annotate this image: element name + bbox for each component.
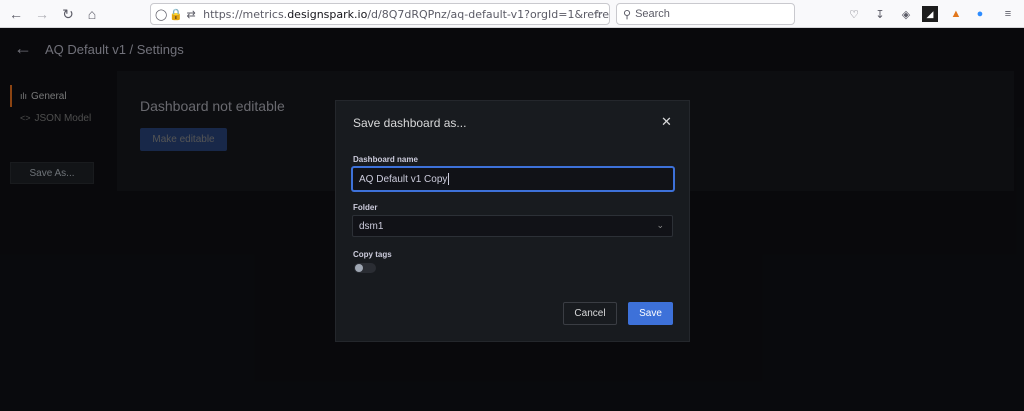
reload-icon[interactable]: ↻ <box>58 4 78 24</box>
shield-icon[interactable]: ◯ <box>155 6 167 22</box>
permissions-icon[interactable]: ⇄ <box>185 6 197 22</box>
save-dashboard-modal: Save dashboard as... ✕ Dashboard name AQ… <box>335 100 690 342</box>
dashboard-name-value: AQ Default v1 Copy <box>359 173 448 185</box>
search-placeholder: Search <box>635 8 670 20</box>
bookmark-star-icon[interactable]: ☆ <box>590 6 606 22</box>
pocket-icon[interactable]: ♡ <box>846 6 862 22</box>
save-button[interactable]: Save <box>628 302 673 325</box>
search-icon: ⚲ <box>623 8 632 21</box>
copy-tags-toggle[interactable] <box>354 263 376 273</box>
metamask-icon[interactable]: ▲ <box>948 6 964 22</box>
chevron-down-icon: ⌄ <box>656 220 664 230</box>
close-icon[interactable]: ✕ <box>661 114 672 130</box>
copy-tags-label: Copy tags <box>353 250 392 259</box>
modal-title: Save dashboard as... <box>353 116 467 130</box>
back-arrow-icon[interactable]: ← <box>6 4 26 24</box>
dashboard-name-input[interactable]: AQ Default v1 Copy <box>352 167 674 191</box>
home-icon[interactable]: ⌂ <box>82 4 102 24</box>
extension-icon[interactable]: ◈ <box>898 6 914 22</box>
address-bar[interactable]: ◯ 🔒 ⇄ https://metrics.designspark.io/d/8… <box>150 3 610 25</box>
zoom-icon[interactable]: ● <box>972 6 988 22</box>
menu-icon[interactable]: ≡ <box>1000 6 1016 22</box>
folder-select[interactable]: dsm1 ⌄ <box>352 215 673 237</box>
cancel-button[interactable]: Cancel <box>563 302 617 325</box>
lock-icon[interactable]: 🔒 <box>169 6 183 22</box>
browser-toolbar: ← → ↻ ⌂ ◯ 🔒 ⇄ https://metrics.designspar… <box>0 0 1024 28</box>
url-domain: designspark.io <box>287 7 368 21</box>
url-prefix: https://metrics. <box>203 7 288 21</box>
folder-value: dsm1 <box>359 220 384 232</box>
extension-dark-icon[interactable]: ◢ <box>922 6 938 22</box>
url-path: /d/8Q7dRQPnz/aq-default-v1?orgId=1&refre <box>367 7 609 21</box>
url-text[interactable]: https://metrics.designspark.io/d/8Q7dRQP… <box>203 8 609 21</box>
toggle-knob <box>355 264 363 272</box>
search-field[interactable]: ⚲ Search <box>616 3 795 25</box>
download-icon[interactable]: ↧ <box>872 6 888 22</box>
forward-arrow-icon[interactable]: → <box>32 4 52 24</box>
dashboard-name-label: Dashboard name <box>353 155 418 164</box>
folder-label: Folder <box>353 203 378 212</box>
text-caret <box>448 173 450 185</box>
